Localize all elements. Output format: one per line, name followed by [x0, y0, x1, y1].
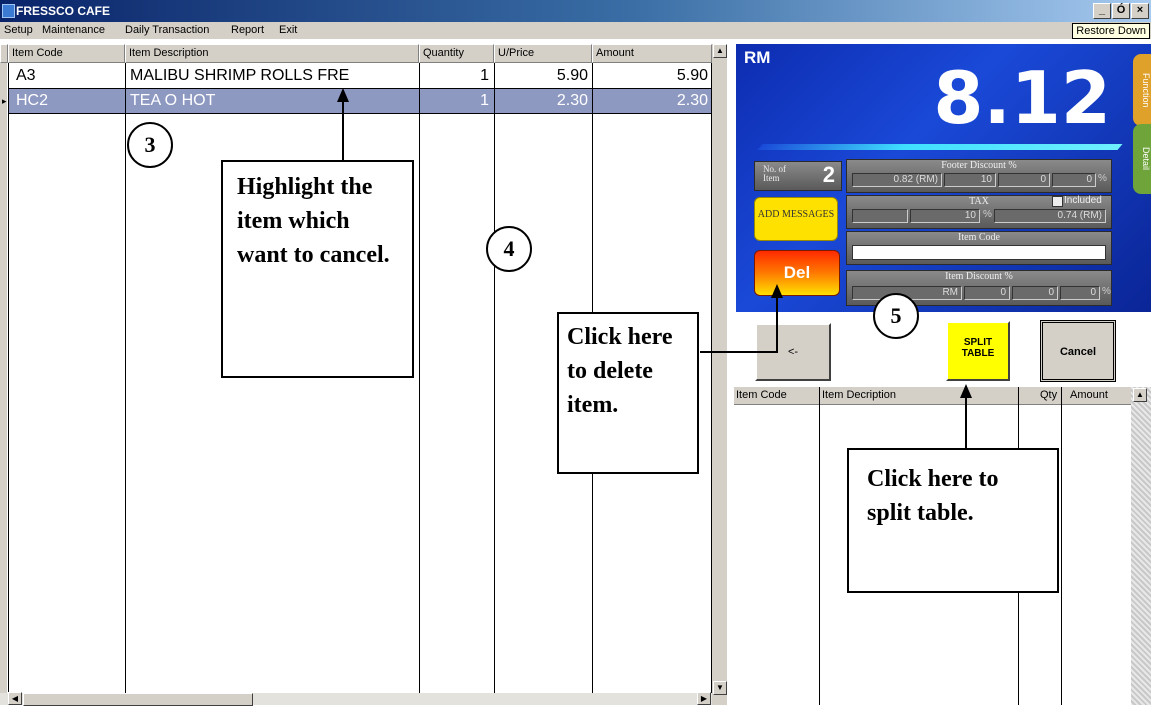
- col-header-quantity[interactable]: Quantity: [419, 44, 494, 63]
- scroll-left-icon[interactable]: ◀: [8, 692, 22, 705]
- total-amount: 8.12: [933, 56, 1111, 140]
- title-bar: FRESSCO CAFE _ Ó ×: [0, 0, 1151, 22]
- back-button[interactable]: <-: [755, 323, 831, 381]
- restore-down-tooltip: Restore Down: [1072, 23, 1150, 39]
- current-row-indicator-icon: ▸: [2, 96, 7, 106]
- row2-item-description: TEA O HOT: [130, 92, 216, 109]
- item-discount-label: Item Discount %: [945, 271, 1013, 282]
- menu-maintenance[interactable]: Maintenance: [42, 24, 105, 36]
- callout-highlight-item: Highlight the item which want to cancel.: [221, 160, 414, 378]
- callout-split-table: Click here to split table.: [847, 448, 1059, 593]
- callout-delete-item: Click here to delete item.: [557, 312, 699, 474]
- menu-setup[interactable]: Setup: [4, 24, 33, 36]
- scroll-up-icon[interactable]: ▲: [713, 44, 727, 58]
- scroll-right-icon[interactable]: ▶: [697, 692, 711, 705]
- row1-item-description: MALIBU SHRIMP ROLLS FRE: [130, 67, 350, 84]
- tax-included-label: Included: [1064, 195, 1102, 206]
- row1-amount: 5.90: [676, 67, 708, 84]
- row1-item-code: A3: [16, 67, 36, 84]
- delete-button[interactable]: Del: [754, 250, 840, 296]
- col-header-item-description[interactable]: Item Description: [125, 44, 419, 63]
- split-col-amount[interactable]: Amount: [1070, 389, 1108, 401]
- row2-quantity: 1: [480, 92, 489, 109]
- split-col-item-description[interactable]: Item Decription: [822, 389, 896, 401]
- total-panel: RM 8.12 Function Detail No. of Item 2 Fo…: [736, 44, 1151, 312]
- maximize-button[interactable]: Ó: [1112, 3, 1130, 19]
- window-title: FRESSCO CAFE: [16, 4, 111, 18]
- item-discount-field-3[interactable]: 0: [1060, 286, 1100, 300]
- step-4-marker: 4: [486, 226, 532, 272]
- row1-quantity: 1: [480, 67, 489, 84]
- col-header-unit-price[interactable]: U/Price: [494, 44, 592, 63]
- split-col-item-code[interactable]: Item Code: [736, 389, 787, 401]
- step-5-marker: 5: [873, 293, 919, 339]
- tax-included-checkbox[interactable]: [1052, 196, 1063, 207]
- row2-amount: 2.30: [676, 92, 708, 109]
- tab-detail[interactable]: Detail: [1133, 124, 1151, 194]
- no-of-item-label: No. of Item: [763, 164, 786, 183]
- split-table-button[interactable]: SPLIT TABLE: [946, 321, 1010, 381]
- tax-rate-field[interactable]: 10: [910, 209, 980, 223]
- col-header-amount[interactable]: Amount: [592, 44, 712, 63]
- cancel-button[interactable]: Cancel: [1040, 320, 1116, 382]
- footer-discount-field-1[interactable]: 10: [944, 173, 996, 187]
- row-selector-column: [0, 44, 7, 705]
- row1-unit-price: 5.90: [556, 67, 588, 84]
- split-scroll-up-icon[interactable]: ▲: [1133, 388, 1147, 402]
- minimize-button[interactable]: _: [1093, 3, 1111, 19]
- step-3-marker: 3: [127, 122, 173, 168]
- close-button[interactable]: ×: [1131, 3, 1149, 19]
- row2-unit-price: 2.30: [556, 92, 588, 109]
- no-of-item-value: 2: [822, 162, 835, 187]
- grid-vertical-scrollbar[interactable]: [712, 44, 727, 705]
- footer-discount-label: Footer Discount %: [941, 160, 1017, 171]
- footer-discount-field-3[interactable]: 0: [1052, 173, 1096, 187]
- tab-function[interactable]: Function: [1133, 54, 1151, 126]
- row2-item-code: HC2: [16, 92, 49, 109]
- item-discount-field-2[interactable]: 0: [1012, 286, 1058, 300]
- footer-discount-field-2[interactable]: 0: [998, 173, 1050, 187]
- menu-exit[interactable]: Exit: [279, 24, 297, 36]
- tax-field-blank[interactable]: [852, 209, 908, 223]
- item-code-input[interactable]: [852, 245, 1106, 260]
- tax-percent: %: [983, 209, 992, 220]
- app-icon: [2, 4, 15, 18]
- split-grid-scrollbar[interactable]: [1131, 387, 1151, 705]
- add-messages-button[interactable]: ADD MESSAGES: [754, 197, 838, 241]
- menu-bar: Setup Maintenance Daily Transaction Repo…: [0, 22, 1151, 39]
- tax-rm-field[interactable]: 0.74 (RM): [994, 209, 1106, 223]
- menu-daily-transaction[interactable]: Daily Transaction: [125, 24, 209, 36]
- scroll-down-icon[interactable]: ▼: [713, 681, 727, 695]
- item-code-label: Item Code: [958, 232, 1000, 243]
- menu-report[interactable]: Report: [231, 24, 264, 36]
- footer-discount-rm-field[interactable]: 0.82 (RM): [852, 173, 942, 187]
- item-discount-field-1[interactable]: 0: [964, 286, 1010, 300]
- horizontal-scroll-thumb[interactable]: [23, 693, 253, 706]
- currency-label: RM: [744, 48, 771, 67]
- footer-discount-percent: %: [1098, 173, 1107, 184]
- split-col-qty[interactable]: Qty: [1040, 389, 1057, 401]
- item-discount-percent: %: [1102, 286, 1111, 297]
- col-header-item-code[interactable]: Item Code: [8, 44, 125, 63]
